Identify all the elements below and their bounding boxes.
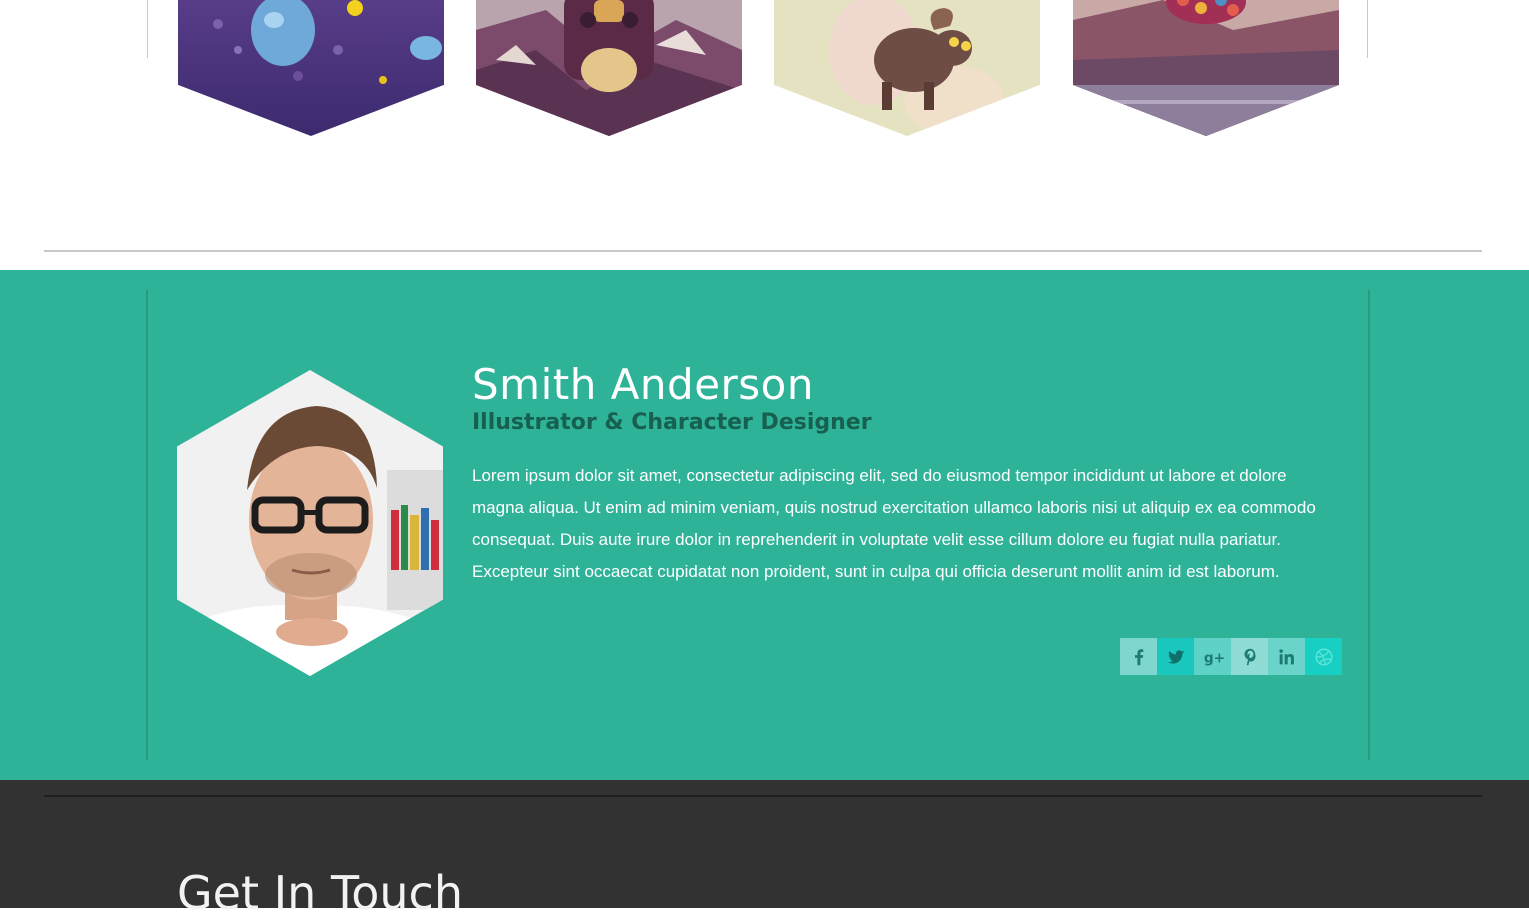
google-plus-icon[interactable]: g+ bbox=[1194, 638, 1231, 675]
pinterest-icon[interactable] bbox=[1231, 638, 1268, 675]
contact-heading: Get In Touch bbox=[177, 866, 463, 920]
profile-section: Smith Anderson Illustrator & Character D… bbox=[0, 270, 1529, 780]
section-divider bbox=[44, 250, 1482, 252]
profile-right-rule bbox=[1368, 290, 1370, 760]
dribbble-icon[interactable] bbox=[1305, 638, 1342, 675]
twitter-icon[interactable] bbox=[1157, 638, 1194, 675]
facebook-icon[interactable] bbox=[1120, 638, 1157, 675]
portfolio-right-rule bbox=[1367, 0, 1368, 58]
profile-left-rule bbox=[146, 290, 148, 760]
linkedin-icon[interactable] bbox=[1268, 638, 1305, 675]
portfolio-item-1[interactable] bbox=[178, 0, 444, 136]
footer-divider bbox=[44, 795, 1482, 797]
social-links: g+ bbox=[1120, 638, 1342, 675]
svg-text:g+: g+ bbox=[1203, 650, 1223, 666]
profile-bio: Lorem ipsum dolor sit amet, consectetur … bbox=[472, 466, 1316, 581]
portfolio-left-rule bbox=[147, 0, 148, 58]
portfolio-item-2[interactable] bbox=[476, 0, 742, 136]
portfolio-item-3[interactable] bbox=[774, 0, 1040, 136]
profile-role: Illustrator & Character Designer bbox=[472, 410, 872, 435]
portfolio-item-4[interactable] bbox=[1073, 0, 1339, 136]
portfolio-strip bbox=[0, 0, 1529, 270]
contact-section: Get In Touch bbox=[0, 780, 1529, 920]
profile-name: Smith Anderson bbox=[472, 360, 814, 409]
avatar bbox=[177, 370, 443, 676]
